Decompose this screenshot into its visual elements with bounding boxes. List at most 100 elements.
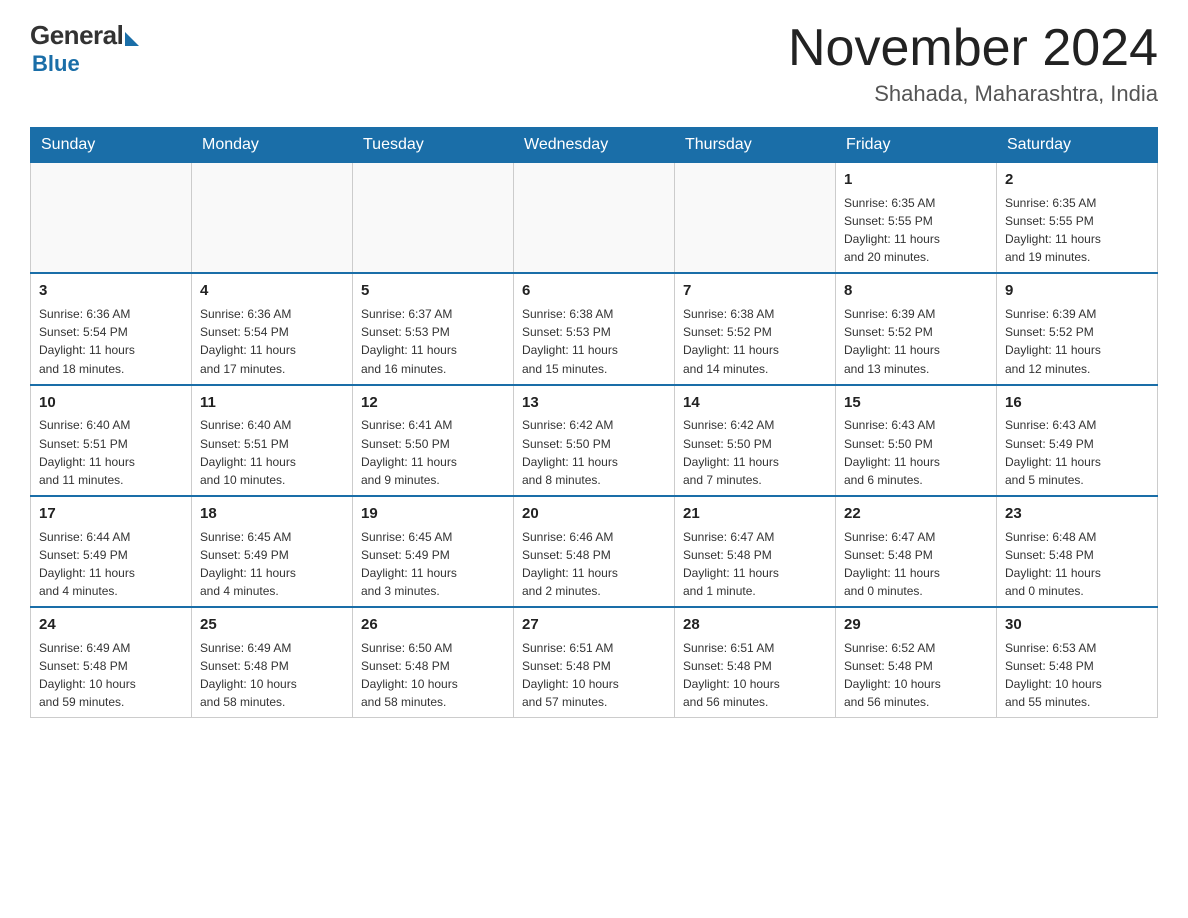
calendar-table: SundayMondayTuesdayWednesdayThursdayFrid… (30, 127, 1158, 718)
calendar-cell: 23 Sunrise: 6:48 AMSunset: 5:48 PMDayligh… (997, 496, 1158, 607)
calendar-week-4: 17Sunrise: 6:44 AMSunset: 5:49 PMDayligh… (31, 496, 1158, 607)
calendar-cell (192, 163, 353, 274)
calendar-cell: 14 Sunrise: 6:42 AMSunset: 5:50 PMDayligh… (675, 385, 836, 496)
day-number: 7 (683, 280, 827, 302)
calendar-cell: 11 Sunrise: 6:40 AMSunset: 5:51 PMDayligh… (192, 385, 353, 496)
day-info: Sunrise: 6:49 AMSunset: 5:48 PMDaylight:… (200, 641, 297, 709)
calendar-cell: 3Sunrise: 6:36 AMSunset: 5:54 PMDaylight… (31, 273, 192, 384)
calendar-header-wednesday: Wednesday (514, 128, 675, 163)
day-number: 30 (1005, 614, 1149, 636)
calendar-header-friday: Friday (836, 128, 997, 163)
day-number: 14 (683, 392, 827, 414)
calendar-header-tuesday: Tuesday (353, 128, 514, 163)
day-number: 3 (39, 280, 183, 302)
calendar-cell: 29Sunrise: 6:52 AMSunset: 5:48 PMDayligh… (836, 607, 997, 718)
calendar-cell: 18 Sunrise: 6:45 AMSunset: 5:49 PMDayligh… (192, 496, 353, 607)
calendar-cell: 20 Sunrise: 6:46 AMSunset: 5:48 PMDayligh… (514, 496, 675, 607)
day-info: Sunrise: 6:53 AMSunset: 5:48 PMDaylight:… (1005, 641, 1102, 709)
calendar-week-2: 3 Sunrise: 6:36 AMSunset: 5:54 PMDaylight… (31, 273, 1158, 384)
day-number: 27 (522, 614, 666, 636)
logo-general-text: General (30, 20, 123, 51)
day-number: 23 (1005, 503, 1149, 525)
day-info: Sunrise: 6:43 AMSunset: 5:49 PMDaylight:… (1005, 418, 1101, 486)
day-info: Sunrise: 6:49 AMSunset: 5:48 PMDaylight:… (39, 641, 136, 709)
day-number: 11 (200, 392, 344, 414)
day-number: 2 (1005, 169, 1149, 191)
calendar-cell: 4 Sunrise: 6:36 AMSunset: 5:54 PMDaylight… (192, 273, 353, 384)
day-number: 18 (200, 503, 344, 525)
calendar-header-monday: Monday (192, 128, 353, 163)
day-info: Sunrise: 6:50 AMSunset: 5:48 PMDaylight:… (361, 641, 458, 709)
title-block: November 2024 Shahada, Maharashtra, Indi… (788, 20, 1158, 107)
calendar-cell: 17Sunrise: 6:44 AMSunset: 5:49 PMDayligh… (31, 496, 192, 607)
calendar-cell: 6Sunrise: 6:38 AMSunset: 5:53 PMDaylight… (514, 273, 675, 384)
day-info: Sunrise: 6:38 AMSunset: 5:53 PMDaylight:… (522, 307, 618, 375)
day-info: Sunrise: 6:39 AMSunset: 5:52 PMDaylight:… (844, 307, 940, 375)
logo-arrow-icon (125, 32, 139, 46)
calendar-title: November 2024 (788, 20, 1158, 77)
day-info: Sunrise: 6:46 AMSunset: 5:48 PMDaylight:… (522, 530, 618, 598)
day-number: 4 (200, 280, 344, 302)
calendar-cell: 5 Sunrise: 6:37 AMSunset: 5:53 PMDaylight… (353, 273, 514, 384)
calendar-cell: 13Sunrise: 6:42 AMSunset: 5:50 PMDayligh… (514, 385, 675, 496)
day-number: 28 (683, 614, 827, 636)
day-info: Sunrise: 6:45 AMSunset: 5:49 PMDaylight:… (361, 530, 457, 598)
day-info: Sunrise: 6:36 AMSunset: 5:54 PMDaylight:… (200, 307, 296, 375)
day-info: Sunrise: 6:43 AMSunset: 5:50 PMDaylight:… (844, 418, 940, 486)
day-number: 25 (200, 614, 344, 636)
day-number: 26 (361, 614, 505, 636)
day-info: Sunrise: 6:41 AMSunset: 5:50 PMDaylight:… (361, 418, 457, 486)
day-number: 8 (844, 280, 988, 302)
calendar-header-saturday: Saturday (997, 128, 1158, 163)
location-subtitle: Shahada, Maharashtra, India (788, 81, 1158, 107)
day-number: 10 (39, 392, 183, 414)
calendar-week-5: 24 Sunrise: 6:49 AMSunset: 5:48 PMDayligh… (31, 607, 1158, 718)
day-info: Sunrise: 6:35 AMSunset: 5:55 PMDaylight:… (1005, 196, 1101, 264)
calendar-week-3: 10 Sunrise: 6:40 AMSunset: 5:51 PMDayligh… (31, 385, 1158, 496)
day-number: 16 (1005, 392, 1149, 414)
calendar-cell (675, 163, 836, 274)
day-number: 24 (39, 614, 183, 636)
day-number: 22 (844, 503, 988, 525)
day-info: Sunrise: 6:38 AMSunset: 5:52 PMDaylight:… (683, 307, 779, 375)
logo-blue-text: Blue (32, 51, 80, 76)
day-info: Sunrise: 6:42 AMSunset: 5:50 PMDaylight:… (522, 418, 618, 486)
day-info: Sunrise: 6:35 AMSunset: 5:55 PMDaylight:… (844, 196, 940, 264)
calendar-cell (353, 163, 514, 274)
day-number: 29 (844, 614, 988, 636)
calendar-cell: 26 Sunrise: 6:50 AMSunset: 5:48 PMDayligh… (353, 607, 514, 718)
day-info: Sunrise: 6:45 AMSunset: 5:49 PMDaylight:… (200, 530, 296, 598)
day-number: 1 (844, 169, 988, 191)
day-info: Sunrise: 6:48 AMSunset: 5:48 PMDaylight:… (1005, 530, 1101, 598)
calendar-header-row: SundayMondayTuesdayWednesdayThursdayFrid… (31, 128, 1158, 163)
day-number: 5 (361, 280, 505, 302)
day-info: Sunrise: 6:42 AMSunset: 5:50 PMDaylight:… (683, 418, 779, 486)
day-info: Sunrise: 6:37 AMSunset: 5:53 PMDaylight:… (361, 307, 457, 375)
day-number: 12 (361, 392, 505, 414)
calendar-cell: 12 Sunrise: 6:41 AMSunset: 5:50 PMDayligh… (353, 385, 514, 496)
day-info: Sunrise: 6:51 AMSunset: 5:48 PMDaylight:… (683, 641, 780, 709)
day-info: Sunrise: 6:40 AMSunset: 5:51 PMDaylight:… (200, 418, 296, 486)
calendar-header-sunday: Sunday (31, 128, 192, 163)
day-info: Sunrise: 6:47 AMSunset: 5:48 PMDaylight:… (844, 530, 940, 598)
day-number: 15 (844, 392, 988, 414)
day-number: 20 (522, 503, 666, 525)
logo: General Blue (30, 20, 139, 77)
calendar-cell: 27 Sunrise: 6:51 AMSunset: 5:48 PMDayligh… (514, 607, 675, 718)
calendar-cell: 21Sunrise: 6:47 AMSunset: 5:48 PMDayligh… (675, 496, 836, 607)
calendar-header-thursday: Thursday (675, 128, 836, 163)
calendar-week-1: 1 Sunrise: 6:35 AMSunset: 5:55 PMDaylight… (31, 163, 1158, 274)
day-info: Sunrise: 6:44 AMSunset: 5:49 PMDaylight:… (39, 530, 135, 598)
calendar-cell: 24 Sunrise: 6:49 AMSunset: 5:48 PMDayligh… (31, 607, 192, 718)
calendar-cell: 9 Sunrise: 6:39 AMSunset: 5:52 PMDaylight… (997, 273, 1158, 384)
day-number: 21 (683, 503, 827, 525)
calendar-cell: 28 Sunrise: 6:51 AMSunset: 5:48 PMDayligh… (675, 607, 836, 718)
calendar-cell: 15 Sunrise: 6:43 AMSunset: 5:50 PMDayligh… (836, 385, 997, 496)
calendar-cell: 30 Sunrise: 6:53 AMSunset: 5:48 PMDayligh… (997, 607, 1158, 718)
day-number: 9 (1005, 280, 1149, 302)
calendar-cell: 2 Sunrise: 6:35 AMSunset: 5:55 PMDaylight… (997, 163, 1158, 274)
day-info: Sunrise: 6:39 AMSunset: 5:52 PMDaylight:… (1005, 307, 1101, 375)
page-header: General Blue November 2024 Shahada, Maha… (30, 20, 1158, 107)
day-info: Sunrise: 6:51 AMSunset: 5:48 PMDaylight:… (522, 641, 619, 709)
calendar-cell: 10Sunrise: 6:40 AMSunset: 5:51 PMDayligh… (31, 385, 192, 496)
